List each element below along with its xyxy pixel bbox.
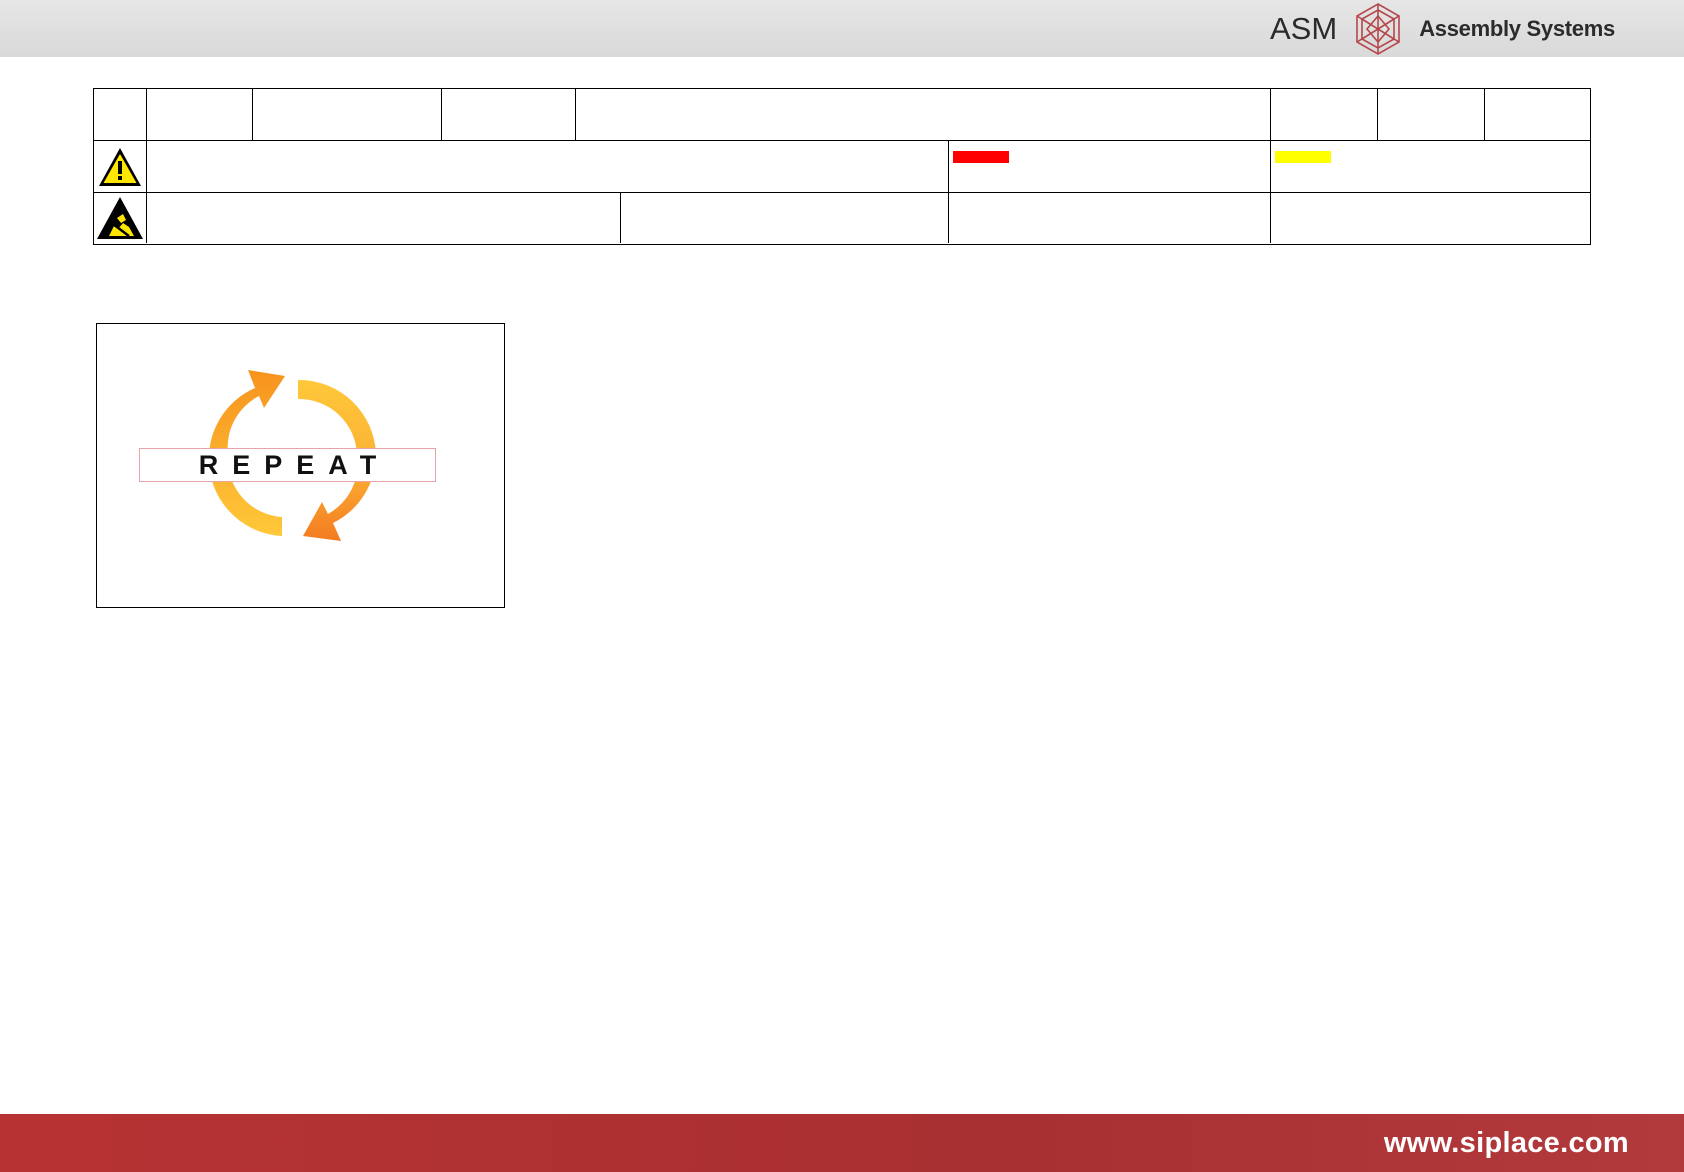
icon-holder xyxy=(94,193,146,243)
asm-crystal-logo-icon xyxy=(1356,2,1400,55)
table-cell xyxy=(441,89,575,140)
table-cell xyxy=(948,193,1270,243)
table-cell xyxy=(94,193,146,243)
document-page: ASM Assembly Systems REPEAT www.siplace.… xyxy=(0,0,1684,1172)
repeat-figure: REPEAT xyxy=(96,323,505,608)
table-cell xyxy=(1270,89,1377,140)
warning-triangle-icon xyxy=(99,147,141,186)
brand: ASM Assembly Systems xyxy=(1270,0,1615,57)
table-cell xyxy=(620,193,948,243)
table-cell xyxy=(252,89,441,140)
table-row xyxy=(94,193,1590,243)
table-cell xyxy=(94,89,146,140)
table-row xyxy=(94,141,1590,193)
page-footer: www.siplace.com xyxy=(0,1114,1684,1172)
table-cell xyxy=(1484,89,1589,140)
table-cell xyxy=(1377,89,1484,140)
page-header: ASM Assembly Systems xyxy=(0,0,1684,57)
info-table xyxy=(93,88,1591,245)
table-row xyxy=(94,89,1590,141)
danger-cell xyxy=(948,141,1270,192)
brand-name: ASM xyxy=(1270,10,1338,46)
brand-tagline: Assembly Systems xyxy=(1419,15,1615,41)
table-cell xyxy=(1270,193,1589,243)
table-cell xyxy=(146,193,620,243)
repeat-label: REPEAT xyxy=(139,448,436,482)
esd-warning-icon xyxy=(97,197,143,239)
icon-holder xyxy=(94,141,146,192)
danger-swatch xyxy=(953,151,1009,163)
table-cell xyxy=(575,89,1270,140)
footer-url-link[interactable]: www.siplace.com xyxy=(1384,1114,1629,1172)
table-cell xyxy=(94,141,146,192)
caution-swatch xyxy=(1275,151,1331,163)
table-cell xyxy=(146,89,252,140)
caution-cell xyxy=(1270,141,1589,192)
table-cell xyxy=(146,141,948,192)
